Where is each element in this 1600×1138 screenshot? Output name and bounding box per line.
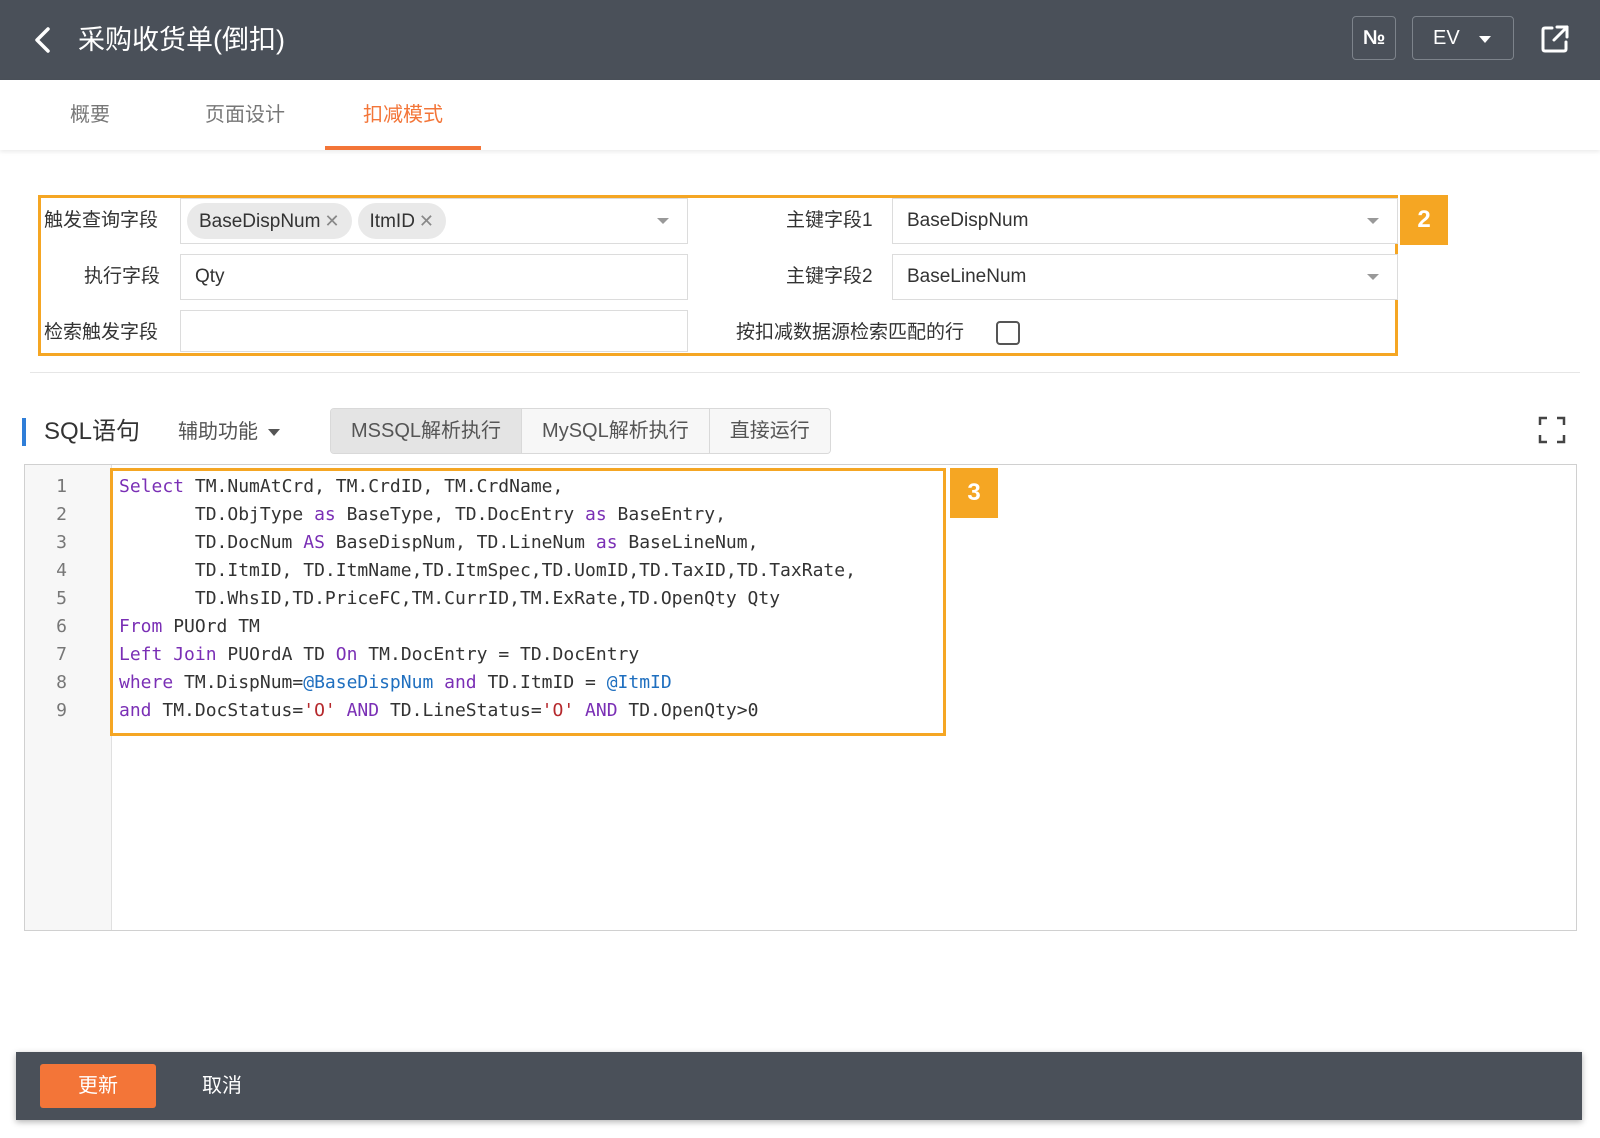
exec-field-value: Qty	[195, 266, 225, 287]
line-number: 9	[56, 700, 67, 721]
primary-key-2-select[interactable]: BaseLineNum	[892, 254, 1398, 300]
sql-run-button-group: MSSQL解析执行 MySQL解析执行 直接运行	[330, 408, 831, 454]
back-button[interactable]	[24, 20, 64, 60]
match-by-source-label: 按扣减数据源检索匹配的行	[736, 322, 965, 343]
line-number: 5	[56, 588, 67, 609]
caret-down-icon	[268, 429, 280, 437]
tab-bar: 概要 页面设计 扣减模式	[0, 80, 1600, 150]
close-icon[interactable]: ✕	[324, 211, 339, 231]
tag-chip: BaseDispNum ✕	[187, 203, 352, 239]
assist-dropdown[interactable]: 辅助功能	[178, 410, 280, 454]
page: 采购收货单(倒扣) № EV 概要 页面设计 扣减模式 2 触发查询字段 Bas…	[0, 0, 1600, 1138]
direct-run-button[interactable]: 直接运行	[709, 409, 830, 453]
ev-dropdown[interactable]: EV	[1412, 16, 1514, 60]
section-accent-bar	[22, 418, 26, 446]
line-number: 1	[56, 476, 67, 497]
line-number: 6	[56, 616, 67, 637]
cancel-button[interactable]: 取消	[202, 1064, 242, 1108]
line-number: 8	[56, 672, 67, 693]
ev-label: EV	[1433, 27, 1460, 49]
fullscreen-icon	[1538, 416, 1566, 444]
primary-key-2-label: 主键字段2	[786, 266, 873, 287]
primary-key-1-value: BaseDispNum	[907, 210, 1029, 231]
tag-chip: ItmID ✕	[357, 203, 447, 239]
primary-key-1-select[interactable]: BaseDispNum	[892, 198, 1398, 244]
assist-label: 辅助功能	[178, 421, 258, 443]
mssql-parse-button[interactable]: MSSQL解析执行	[331, 409, 523, 453]
tab-overview[interactable]: 概要	[40, 80, 140, 150]
annotation-badge-3: 3	[950, 468, 998, 518]
sql-section-title: SQL语句	[44, 418, 141, 445]
page-title: 采购收货单(倒扣)	[78, 25, 285, 55]
line-number: 2	[56, 504, 67, 525]
line-number: 4	[56, 560, 67, 581]
caret-down-icon	[1479, 36, 1491, 43]
close-icon[interactable]: ✕	[419, 211, 434, 231]
search-trigger-field-input[interactable]	[180, 310, 688, 352]
line-number: 7	[56, 644, 67, 665]
update-button[interactable]: 更新	[40, 1064, 156, 1108]
number-button[interactable]: №	[1352, 16, 1396, 60]
exec-field-input[interactable]: Qty	[180, 254, 688, 300]
fullscreen-button[interactable]	[1538, 416, 1566, 444]
tag-label: ItmID	[369, 211, 415, 232]
match-by-source-checkbox[interactable]	[996, 321, 1020, 345]
primary-key-1-label: 主键字段1	[786, 210, 873, 231]
divider	[30, 372, 1580, 373]
code-highlight-box	[110, 468, 946, 736]
trigger-query-field-label: 触发查询字段	[44, 210, 159, 231]
primary-key-2-value: BaseLineNum	[907, 266, 1027, 287]
line-number-gutter: 1 2 3 4 5 6 7 8 9	[25, 465, 112, 930]
annotation-badge-2: 2	[1400, 195, 1448, 245]
share-button[interactable]	[1538, 22, 1572, 56]
search-trigger-field-label: 检索触发字段	[44, 322, 159, 343]
footer-action-bar: 更新 取消	[16, 1052, 1582, 1120]
caret-down-icon	[1367, 218, 1379, 224]
tab-deduction-mode[interactable]: 扣减模式	[325, 80, 481, 150]
mysql-parse-button[interactable]: MySQL解析执行	[522, 409, 710, 453]
exec-field-label: 执行字段	[84, 266, 161, 287]
line-number: 3	[56, 532, 67, 553]
trigger-query-field-select[interactable]: BaseDispNum ✕ ItmID ✕	[180, 198, 688, 244]
tab-page-design[interactable]: 页面设计	[195, 80, 295, 150]
external-link-icon	[1541, 25, 1569, 53]
tag-label: BaseDispNum	[199, 211, 321, 232]
caret-down-icon	[657, 218, 669, 224]
chevron-left-icon	[35, 27, 50, 53]
app-header: 采购收货单(倒扣) № EV	[0, 0, 1600, 80]
caret-down-icon	[1367, 274, 1379, 280]
